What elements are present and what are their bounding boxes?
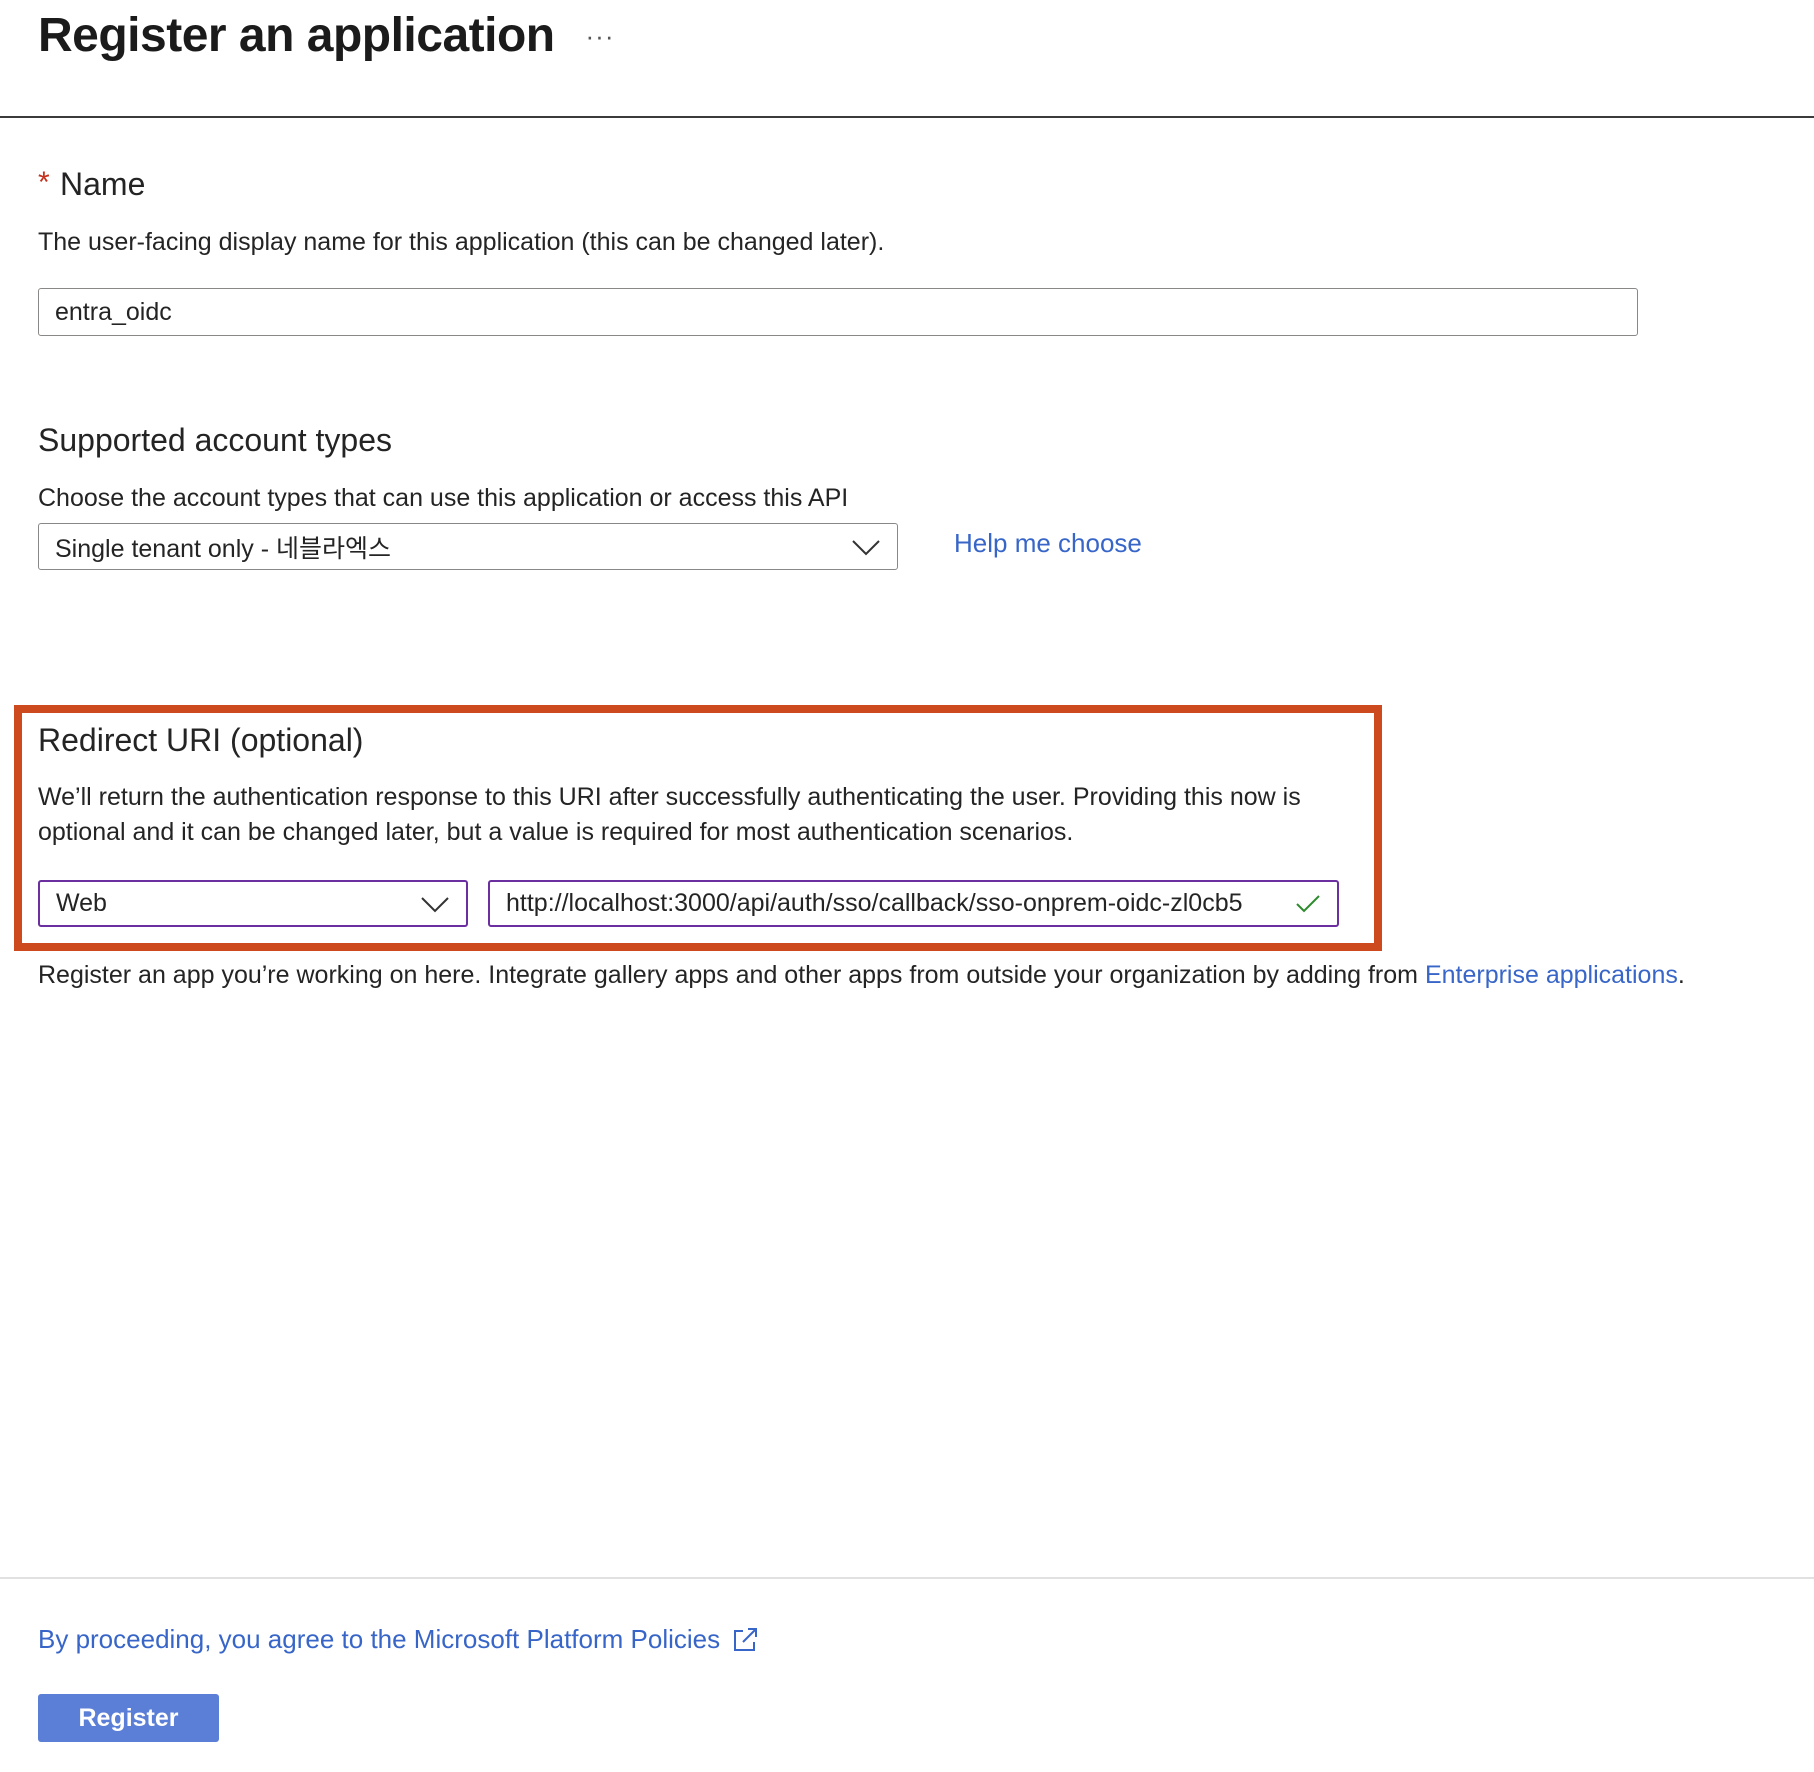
platform-policies-label: By proceeding, you agree to the Microsof… bbox=[38, 1624, 721, 1654]
redirect-uri-description-line1: We’ll return the authentication response… bbox=[38, 783, 1301, 811]
header-divider bbox=[0, 116, 1814, 118]
required-indicator: * bbox=[38, 166, 50, 199]
account-types-heading: Supported account types bbox=[38, 422, 393, 458]
enterprise-applications-link[interactable]: Enterprise applications bbox=[1425, 961, 1678, 989]
platform-dropdown[interactable]: Web bbox=[38, 880, 468, 927]
redirect-uri-description-line2: optional and it can be changed later, bu… bbox=[38, 818, 1074, 846]
name-description: The user-facing display name for this ap… bbox=[38, 228, 885, 256]
more-options-button[interactable]: ··· bbox=[578, 18, 622, 54]
chevron-down-icon bbox=[421, 896, 449, 912]
register-info-prefix: Register an app you’re working on here. … bbox=[38, 961, 1425, 989]
redirect-uri-heading: Redirect URI (optional) bbox=[38, 722, 364, 758]
chevron-down-icon bbox=[852, 539, 880, 555]
name-input-value: entra_oidc bbox=[55, 297, 172, 326]
account-types-dropdown[interactable]: Single tenant only - 네블라엑스 bbox=[38, 523, 898, 570]
checkmark-icon bbox=[1296, 894, 1320, 912]
name-input[interactable]: entra_oidc bbox=[38, 288, 1638, 336]
register-info-suffix: . bbox=[1677, 961, 1685, 989]
platform-policies-link[interactable]: By proceeding, you agree to the Microsof… bbox=[38, 1624, 760, 1655]
platform-selected: Web bbox=[56, 889, 107, 917]
external-link-icon bbox=[734, 1627, 758, 1651]
account-types-description: Choose the account types that can use th… bbox=[38, 484, 849, 512]
name-heading: Name bbox=[60, 166, 146, 202]
redirect-uri-value: http://localhost:3000/api/auth/sso/callb… bbox=[506, 889, 1243, 917]
page-title: Register an application bbox=[38, 9, 555, 62]
register-button[interactable]: Register bbox=[38, 1694, 219, 1742]
redirect-uri-input[interactable]: http://localhost:3000/api/auth/sso/callb… bbox=[488, 880, 1339, 927]
help-me-choose-link[interactable]: Help me choose bbox=[954, 528, 1142, 559]
account-types-selected: Single tenant only - 네블라엑스 bbox=[55, 534, 391, 563]
footer-divider bbox=[0, 1577, 1814, 1579]
register-info-text: Register an app you’re working on here. … bbox=[38, 961, 1685, 990]
